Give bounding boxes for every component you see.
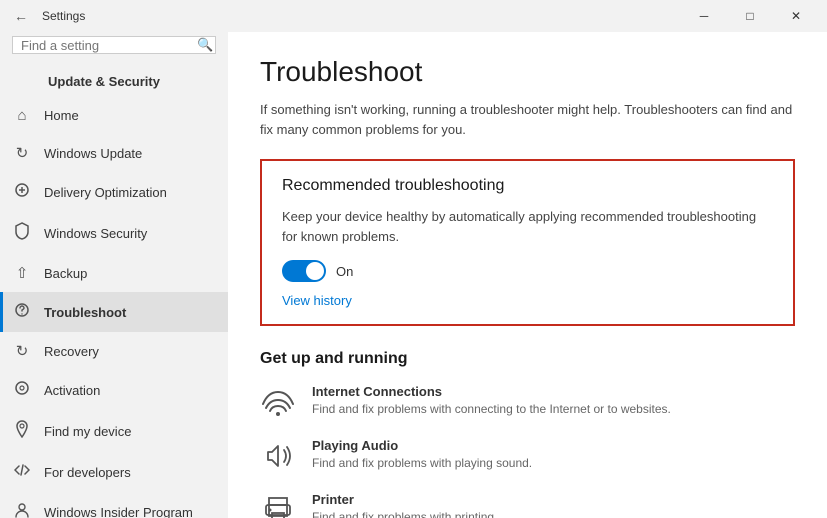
sidebar-item-label: For developers (44, 465, 131, 480)
troubleshoot-item-printer[interactable]: Printer Find and fix problems with print… (260, 492, 795, 518)
app-body: 🔍 Update & Security ⌂ Home ↻ Windows Upd… (0, 32, 827, 518)
sidebar-item-label: Activation (44, 383, 100, 398)
backup-icon: ⇧ (12, 264, 32, 282)
sidebar-item-label: Backup (44, 266, 87, 281)
sidebar-item-delivery-optimization[interactable]: Delivery Optimization (0, 172, 228, 212)
shield-icon (12, 222, 32, 244)
sidebar-item-for-developers[interactable]: For developers (0, 452, 228, 492)
sidebar-item-label: Home (44, 108, 79, 123)
internet-connections-desc: Find and fix problems with connecting to… (312, 401, 671, 418)
sidebar-item-windows-insider[interactable]: Windows Insider Program (0, 492, 228, 518)
internet-connections-icon (260, 384, 296, 420)
minimize-button[interactable]: ─ (681, 0, 727, 32)
activation-icon (12, 380, 32, 400)
search-icon: 🔍 (197, 37, 213, 53)
sidebar-item-activation[interactable]: Activation (0, 370, 228, 410)
search-input[interactable] (21, 38, 197, 53)
recommended-title: Recommended troubleshooting (282, 177, 773, 195)
sidebar-item-backup[interactable]: ⇧ Backup (0, 254, 228, 292)
troubleshoot-item-audio[interactable]: Playing Audio Find and fix problems with… (260, 438, 795, 474)
title-bar: ← Settings ─ □ ✕ (0, 0, 827, 32)
page-description: If something isn't working, running a tr… (260, 100, 795, 139)
troubleshoot-icon (12, 302, 32, 322)
sidebar-item-windows-security[interactable]: Windows Security (0, 212, 228, 254)
windows-insider-icon (12, 502, 32, 518)
back-icon[interactable]: ← (8, 4, 34, 28)
sidebar-item-troubleshoot[interactable]: Troubleshoot (0, 292, 228, 332)
developers-icon (12, 462, 32, 482)
sidebar-item-home[interactable]: ⌂ Home (0, 97, 228, 134)
playing-audio-icon (260, 438, 296, 474)
playing-audio-desc: Find and fix problems with playing sound… (312, 455, 532, 472)
find-my-device-icon (12, 420, 32, 442)
maximize-button[interactable]: □ (727, 0, 773, 32)
toggle-row: On (282, 260, 773, 282)
title-bar-controls: ─ □ ✕ (681, 0, 819, 32)
title-bar-left: ← Settings (8, 4, 85, 28)
toggle-label: On (336, 264, 353, 279)
internet-connections-text: Internet Connections Find and fix proble… (312, 384, 671, 418)
recommended-troubleshooting-box: Recommended troubleshooting Keep your de… (260, 159, 795, 326)
sidebar-item-label: Windows Insider Program (44, 505, 193, 518)
main-content: Troubleshoot If something isn't working,… (228, 32, 827, 518)
printer-text: Printer Find and fix problems with print… (312, 492, 497, 518)
page-title: Troubleshoot (260, 56, 795, 88)
recovery-icon: ↻ (12, 342, 32, 360)
sidebar-item-label: Delivery Optimization (44, 185, 167, 200)
troubleshoot-item-internet[interactable]: Internet Connections Find and fix proble… (260, 384, 795, 420)
printer-desc: Find and fix problems with printing. (312, 509, 497, 518)
printer-title: Printer (312, 492, 497, 507)
close-button[interactable]: ✕ (773, 0, 819, 32)
sidebar-item-recovery[interactable]: ↻ Recovery (0, 332, 228, 370)
sidebar-section-title: Update & Security (0, 66, 228, 97)
playing-audio-title: Playing Audio (312, 438, 532, 453)
internet-connections-title: Internet Connections (312, 384, 671, 399)
sidebar: 🔍 Update & Security ⌂ Home ↻ Windows Upd… (0, 32, 228, 518)
delivery-optimization-icon (12, 182, 32, 202)
home-icon: ⌂ (12, 107, 32, 124)
recommended-desc: Keep your device healthy by automaticall… (282, 207, 773, 246)
search-box[interactable]: 🔍 (12, 36, 216, 54)
sidebar-item-label: Windows Update (44, 146, 142, 161)
windows-update-icon: ↻ (12, 144, 32, 162)
sidebar-item-label: Windows Security (44, 226, 147, 241)
sidebar-item-windows-update[interactable]: ↻ Windows Update (0, 134, 228, 172)
sidebar-item-find-my-device[interactable]: Find my device (0, 410, 228, 452)
printer-icon (260, 492, 296, 518)
title-bar-title: Settings (42, 9, 85, 23)
recommended-toggle[interactable] (282, 260, 326, 282)
sidebar-item-label: Recovery (44, 344, 99, 359)
view-history-link[interactable]: View history (282, 293, 352, 308)
sidebar-item-label: Troubleshoot (44, 305, 126, 320)
get-up-running-title: Get up and running (260, 350, 795, 368)
playing-audio-text: Playing Audio Find and fix problems with… (312, 438, 532, 472)
sidebar-item-label: Find my device (44, 424, 131, 439)
